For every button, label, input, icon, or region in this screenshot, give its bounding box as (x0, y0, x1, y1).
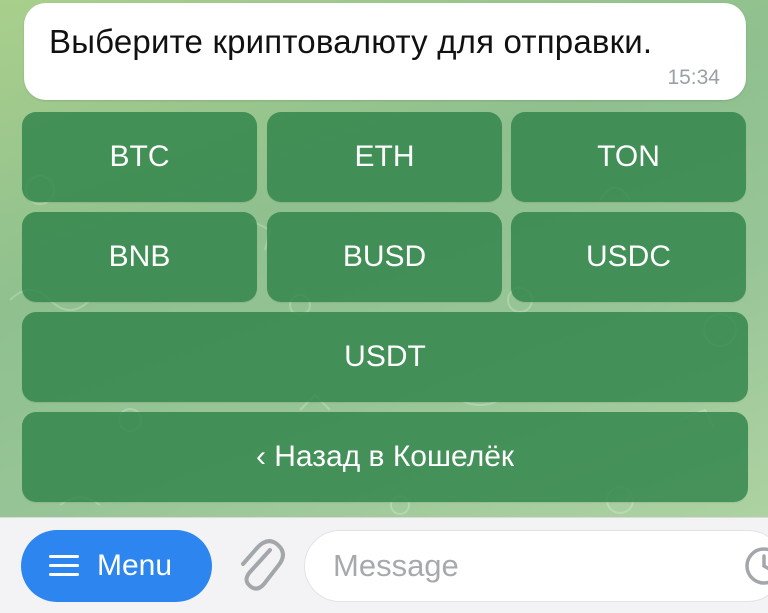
menu-icon (49, 555, 79, 577)
keyboard-button-ton[interactable]: TON (511, 112, 746, 202)
input-bar: Menu (0, 517, 768, 613)
menu-button[interactable]: Menu (21, 530, 212, 602)
keyboard-button-eth[interactable]: ETH (267, 112, 502, 202)
paperclip-icon[interactable] (232, 536, 288, 596)
menu-button-label: Menu (97, 549, 173, 582)
keyboard-button-busd[interactable]: BUSD (267, 212, 502, 302)
message-bubble: Выберите криптовалюту для отправки. 15:3… (24, 3, 746, 100)
message-input[interactable] (304, 530, 768, 602)
keyboard-button-bnb[interactable]: BNB (22, 212, 257, 302)
message-time: 15:34 (667, 66, 720, 89)
keyboard-button-usdt[interactable]: USDT (22, 312, 748, 402)
keyboard-button-back-to-wallet[interactable]: ‹ Назад в Кошелёк (22, 412, 748, 502)
message-text: Выберите криптовалюту для отправки. (49, 23, 653, 60)
keyboard-button-usdc[interactable]: USDC (511, 212, 746, 302)
clock-icon[interactable] (744, 546, 768, 586)
keyboard-button-btc[interactable]: BTC (22, 112, 257, 202)
